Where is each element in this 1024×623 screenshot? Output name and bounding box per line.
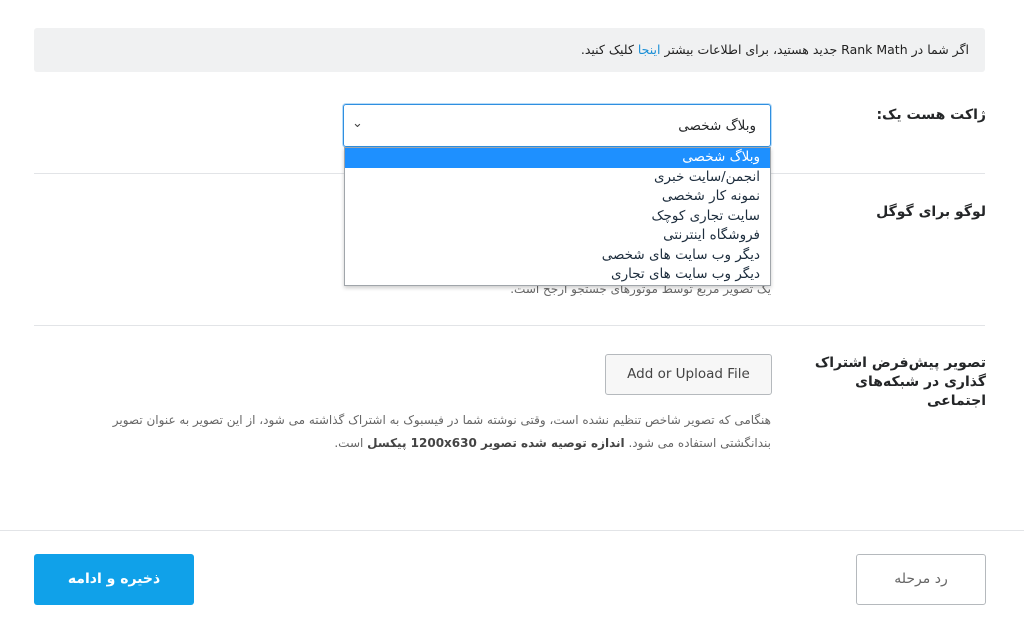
divider	[34, 325, 985, 326]
site-type-select[interactable]: وبلاگ شخصی	[343, 104, 771, 147]
add-or-upload-file-button[interactable]: Add or Upload File	[605, 354, 772, 395]
save-and-continue-button[interactable]: ذخیره و ادامه	[34, 554, 194, 605]
site-type-label: ژاکت هست یک:	[876, 107, 986, 123]
site-type-option[interactable]: فروشگاه اینترنتی	[345, 226, 770, 246]
site-type-option[interactable]: دیگر وب سایت های تجاری	[345, 265, 770, 285]
social-image-label: تصویر پیش‌فرض اشتراک گذاری در شبکه‌های ا…	[814, 355, 986, 409]
site-type-option[interactable]: انجمن/سایت خبری	[345, 168, 770, 188]
skip-step-button[interactable]: رد مرحله	[856, 554, 986, 605]
site-type-option[interactable]: نمونه کار شخصی	[345, 187, 770, 207]
more-info-link[interactable]: اینجا	[638, 42, 661, 57]
chevron-down-icon[interactable]: ⌄	[352, 116, 363, 131]
site-type-option[interactable]: وبلاگ شخصی	[345, 148, 770, 168]
info-notice: اگر شما در Rank Math جدید هستید، برای اط…	[34, 28, 985, 72]
site-type-option[interactable]: دیگر وب سایت های شخصی	[345, 246, 770, 266]
google-logo-label: لوگو برای گوگل	[876, 204, 986, 220]
social-image-description: هنگامی که تصویر شاخص تنظیم نشده است، وقت…	[112, 413, 771, 450]
site-type-option[interactable]: سایت تجاری کوچک	[345, 207, 770, 227]
site-type-dropdown: وبلاگ شخصی انجمن/سایت خبری نمونه کار شخصی س…	[344, 147, 771, 286]
